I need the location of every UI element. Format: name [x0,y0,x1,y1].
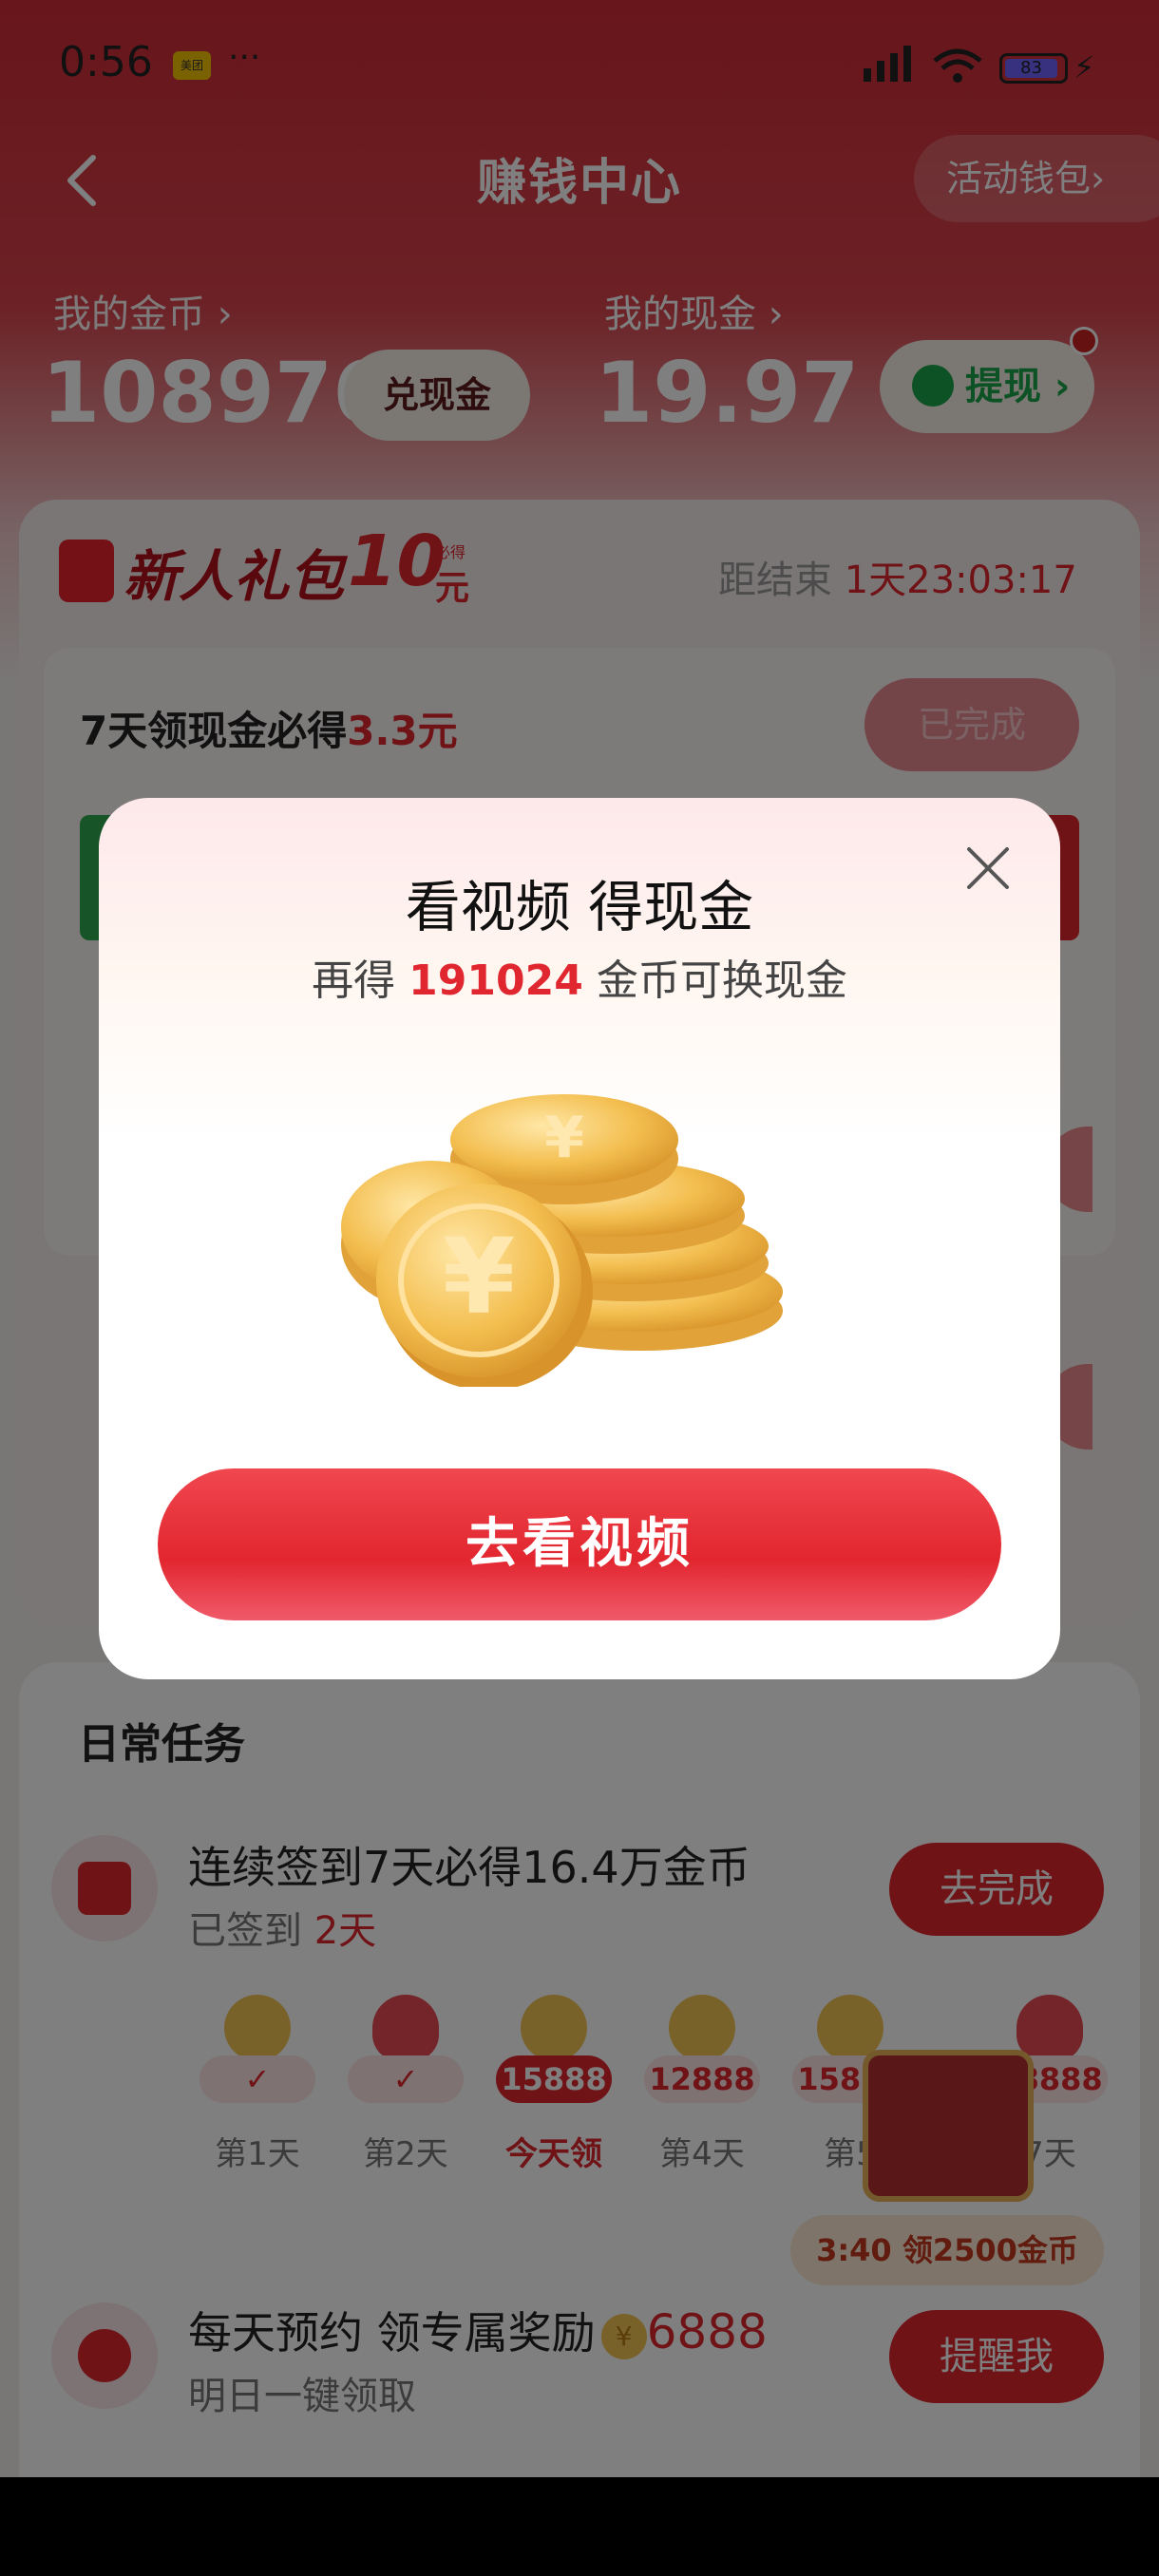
svg-text:¥: ¥ [544,1105,584,1171]
watch-video-dialog: 看视频 得现金 再得 191024 金币可换现金 ¥ ¥ 去看视频 [99,798,1060,1679]
close-icon[interactable] [960,840,1016,897]
coin-stack-icon: ¥ ¥ [341,1094,783,1387]
dialog-sub-amount: 191024 [408,957,583,1005]
dialog-subtitle: 再得 191024 金币可换现金 [99,946,1060,1007]
dialog-title: 看视频 得现金 [405,875,754,939]
watch-video-button[interactable]: 去看视频 [158,1468,1001,1620]
svg-text:¥: ¥ [443,1216,516,1337]
dialog-sub-suffix: 金币可换现金 [596,957,847,1005]
system-nav-bar [0,2477,1159,2576]
dialog-sub-prefix: 再得 [312,957,396,1005]
